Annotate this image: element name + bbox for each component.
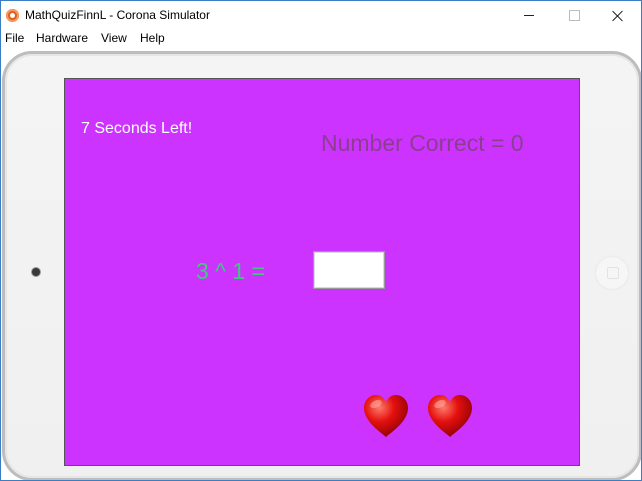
simulator-window: MathQuizFinnL - Corona Simulator File Ha… [0,0,642,481]
score-text: Number Correct = 0 [321,130,524,156]
menu-hardware[interactable]: Hardware [36,31,88,45]
minimize-button[interactable] [506,1,552,30]
timer-text: 7 Seconds Left! [81,120,193,137]
menu-file[interactable]: File [5,31,24,45]
close-icon [612,10,624,22]
minimize-icon [524,15,534,16]
window-title: MathQuizFinnL - Corona Simulator [25,8,210,22]
heart-icon [428,395,472,437]
maximize-icon [568,10,580,21]
app-screen: 7 Seconds Left! Number Correct = 0 3 ^ 1… [64,78,580,466]
tablet-device-frame: 7 Seconds Left! Number Correct = 0 3 ^ 1… [2,51,641,480]
answer-input[interactable] [313,251,385,289]
heart-icon [364,395,408,437]
camera-icon [32,268,40,276]
corona-simulator-icon [6,9,19,22]
home-button[interactable] [596,257,628,289]
device-area: 7 Seconds Left! Number Correct = 0 3 ^ 1… [1,47,641,480]
menu-help[interactable]: Help [140,31,165,45]
title-bar: MathQuizFinnL - Corona Simulator [1,1,641,30]
close-button[interactable] [595,1,641,30]
menu-view[interactable]: View [101,31,127,45]
menu-bar: File Hardware View Help [1,30,641,47]
maximize-button[interactable] [551,1,597,30]
question-text: 3 ^ 1 = [196,258,265,284]
